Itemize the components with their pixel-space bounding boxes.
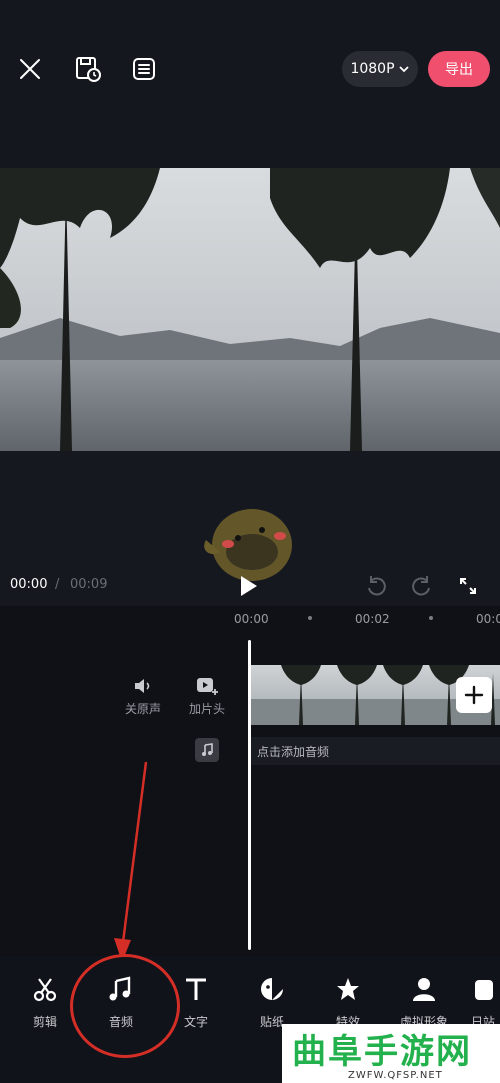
text-icon — [186, 978, 206, 1000]
draft-save-icon[interactable] — [68, 49, 108, 89]
tool-sticker[interactable]: 贴纸 — [241, 975, 303, 1030]
mute-original-button[interactable]: 关原声 — [120, 676, 166, 717]
time-separator: / — [55, 577, 60, 592]
effects-star-icon — [337, 978, 359, 1000]
add-audio-track[interactable]: 点击添加音频 — [251, 737, 500, 765]
tool-edit[interactable]: 剪辑 — [14, 975, 76, 1030]
music-track-icon[interactable] — [195, 738, 219, 762]
more-icon — [475, 980, 493, 1000]
annotation-arrow — [110, 760, 160, 974]
plus-icon — [464, 685, 484, 705]
add-intro-button[interactable]: 加片头 — [184, 676, 230, 717]
ruler-mark-1: 00:02 — [355, 612, 390, 626]
redo-icon[interactable] — [402, 566, 442, 606]
add-audio-hint: 点击添加音频 — [257, 745, 330, 759]
tool-edit-label: 剪辑 — [32, 1015, 57, 1029]
mute-original-label: 关原声 — [124, 702, 161, 716]
annotation-circle — [70, 954, 180, 1058]
avatar-icon — [413, 978, 435, 1001]
fullscreen-icon[interactable] — [448, 566, 488, 606]
add-intro-label: 加片头 — [188, 702, 225, 716]
playhead[interactable] — [248, 640, 251, 950]
list-icon[interactable] — [124, 49, 164, 89]
sticker-icon — [261, 978, 283, 1000]
play-icon[interactable] — [228, 566, 268, 606]
add-clip-button[interactable] — [456, 677, 492, 713]
tool-effects[interactable]: 特效 — [317, 975, 379, 1030]
ruler-mark-2: 00:0 — [476, 612, 500, 626]
ruler-dot — [308, 616, 312, 620]
tool-avatar[interactable]: 虚拟形象 — [393, 975, 455, 1030]
close-icon[interactable] — [10, 49, 50, 89]
add-intro-icon — [184, 676, 230, 700]
speaker-icon — [120, 676, 166, 700]
total-time: 00:09 — [70, 577, 108, 592]
current-time: 00:00 — [10, 577, 48, 592]
watermark-title: 曲阜手游网 — [292, 1032, 472, 1072]
watermark-url: ZWFW.QFSP.NET — [348, 1070, 443, 1081]
export-button[interactable]: 导出 — [428, 51, 490, 87]
resolution-selector[interactable]: 1080P — [342, 51, 418, 87]
ruler-mark-0: 00:00 — [234, 612, 269, 626]
export-label: 导出 — [445, 62, 473, 78]
preview-padding — [0, 140, 500, 168]
video-preview[interactable] — [0, 168, 500, 451]
resolution-label: 1080P — [350, 61, 395, 77]
chevron-down-icon — [398, 66, 409, 73]
undo-icon[interactable] — [356, 566, 396, 606]
tool-more[interactable]: 日站 — [466, 975, 500, 1030]
ruler-dot — [429, 616, 433, 620]
scissors-icon — [33, 978, 57, 1002]
